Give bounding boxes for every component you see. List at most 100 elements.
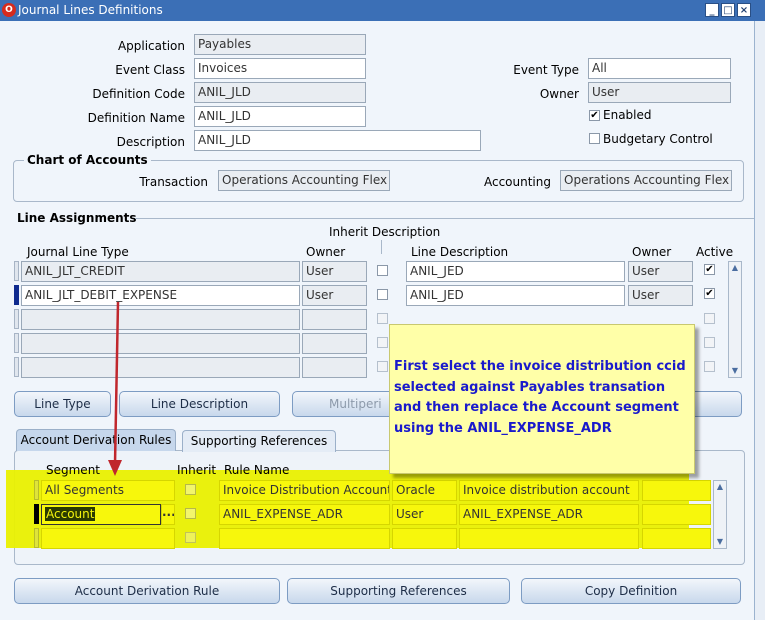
owner-cell[interactable]: User — [302, 285, 367, 306]
event-class-field[interactable]: Invoices — [194, 58, 366, 79]
transaction-field[interactable]: Operations Accounting Flex — [218, 170, 390, 191]
inherit-checkbox[interactable] — [377, 337, 388, 348]
description-label: Description — [116, 135, 185, 149]
owner2-cell[interactable]: User — [628, 285, 693, 306]
row-indicator[interactable] — [14, 333, 19, 353]
line-assignments-scrollbar[interactable]: ▲ ▼ — [728, 261, 742, 378]
extra-cell[interactable] — [642, 504, 711, 525]
extra-cell[interactable] — [642, 480, 711, 501]
active-checkbox[interactable] — [704, 361, 715, 372]
rule-name-cell[interactable]: Invoice Distribution Account — [219, 480, 390, 501]
inherit-checkbox[interactable] — [377, 361, 388, 372]
scroll-down-icon[interactable]: ▼ — [729, 365, 741, 377]
maximize-icon[interactable]: □ — [721, 3, 735, 17]
description-cell[interactable]: Invoice distribution account — [459, 480, 639, 501]
chart-of-accounts-title: Chart of Accounts — [24, 153, 151, 167]
owner-label: Owner — [539, 87, 579, 101]
adr-scrollbar[interactable]: ▲ ▼ — [713, 480, 727, 549]
rule-name-cell[interactable]: ANIL_EXPENSE_ADR — [219, 504, 390, 525]
active-checkbox[interactable] — [704, 337, 715, 348]
minimize-icon[interactable]: _ — [705, 3, 719, 17]
segment-cell[interactable]: Account — [41, 504, 161, 525]
scroll-down-icon[interactable]: ▼ — [714, 536, 726, 548]
journal-line-type-cell[interactable] — [21, 333, 300, 354]
extra-cell[interactable] — [642, 528, 711, 549]
supporting-references-button[interactable]: Supporting References — [287, 578, 510, 604]
row-indicator[interactable] — [14, 357, 19, 377]
owner-field[interactable]: User — [588, 82, 731, 103]
active-checkbox[interactable] — [704, 313, 715, 324]
description-cell[interactable]: ANIL_EXPENSE_ADR — [459, 504, 639, 525]
window-scrollbar[interactable] — [754, 21, 765, 620]
owner-cell[interactable] — [392, 528, 457, 549]
window-titlebar: O Journal Lines Definitions _ □ × — [0, 0, 765, 21]
owner-cell[interactable]: User — [302, 261, 367, 282]
owner-cell[interactable] — [302, 309, 367, 330]
tab-account-derivation-rules[interactable]: Account Derivation Rules — [16, 429, 176, 451]
window-title: Journal Lines Definitions — [18, 3, 163, 17]
segment-selected-text: Account — [45, 507, 96, 521]
column-separator — [381, 240, 382, 254]
line-assignments-title: Line Assignments — [17, 211, 137, 225]
journal-line-type-cell[interactable] — [21, 357, 300, 378]
active-checkbox[interactable]: ✔ — [704, 264, 715, 275]
owner-cell[interactable] — [302, 333, 367, 354]
lov-button[interactable]: ... — [161, 504, 175, 525]
budgetary-control-label: Budgetary Control — [603, 132, 713, 146]
row-indicator[interactable] — [14, 261, 19, 281]
tab-supporting-references[interactable]: Supporting References — [182, 430, 336, 452]
line-description-cell[interactable]: ANIL_JED — [406, 285, 625, 306]
line-description-cell[interactable]: ANIL_JED — [406, 261, 625, 282]
inherit-checkbox[interactable] — [185, 484, 196, 495]
segment-cell[interactable] — [41, 528, 175, 549]
description-cell[interactable] — [459, 528, 639, 549]
budgetary-control-checkbox[interactable] — [589, 133, 600, 144]
journal-line-type-cell[interactable] — [21, 309, 300, 330]
line-description-button[interactable]: Line Description — [119, 391, 280, 417]
event-class-label: Event Class — [115, 63, 185, 77]
event-type-label: Event Type — [513, 63, 579, 77]
definition-code-label: Definition Code — [92, 87, 185, 101]
accounting-field[interactable]: Operations Accounting Flex — [560, 170, 732, 191]
close-icon[interactable]: × — [737, 3, 751, 17]
active-checkbox[interactable]: ✔ — [704, 288, 715, 299]
line-type-button[interactable]: Line Type — [14, 391, 111, 417]
description-field[interactable]: ANIL_JLD — [194, 130, 481, 151]
segment-cell[interactable]: All Segments — [41, 480, 175, 501]
copy-definition-button[interactable]: Copy Definition — [521, 578, 741, 604]
owner-cell[interactable] — [302, 357, 367, 378]
rule-name-cell[interactable] — [219, 528, 390, 549]
owner-cell[interactable]: User — [392, 504, 457, 525]
inherit-checkbox[interactable] — [377, 313, 388, 324]
red-arrow — [108, 301, 122, 476]
account-derivation-rule-button[interactable]: Account Derivation Rule — [14, 578, 280, 604]
rule-name-header: Rule Name — [224, 463, 290, 477]
owner2-header: Owner — [632, 245, 672, 259]
current-row-indicator[interactable] — [14, 285, 19, 305]
journal-line-type-header: Journal Line Type — [27, 245, 129, 259]
scroll-up-icon[interactable]: ▲ — [729, 262, 741, 274]
journal-line-type-cell[interactable]: ANIL_JLT_CREDIT — [21, 261, 300, 282]
inherit-checkbox[interactable] — [185, 532, 196, 543]
current-row-indicator[interactable] — [34, 504, 39, 524]
row-indicator[interactable] — [34, 480, 39, 500]
definition-code-field[interactable]: ANIL_JLD — [194, 82, 366, 103]
definition-name-field[interactable]: ANIL_JLD — [194, 106, 366, 127]
application-label: Application — [117, 39, 185, 53]
owner2-cell[interactable]: User — [628, 261, 693, 282]
journal-line-type-cell[interactable]: ANIL_JLT_DEBIT_EXPENSE — [21, 285, 300, 306]
row-indicator[interactable] — [14, 309, 19, 329]
inherit-checkbox[interactable] — [377, 265, 388, 276]
owner-cell[interactable]: Oracle — [392, 480, 457, 501]
line-description-header: Line Description — [411, 245, 509, 259]
inherit-description-header: Inherit Description — [329, 225, 441, 239]
event-type-field[interactable]: All — [588, 58, 731, 79]
scroll-up-icon[interactable]: ▲ — [714, 481, 726, 493]
enabled-label: Enabled — [603, 108, 652, 122]
inherit-checkbox[interactable] — [185, 508, 196, 519]
row-indicator[interactable] — [34, 528, 39, 548]
oracle-icon: O — [2, 3, 16, 17]
enabled-checkbox[interactable]: ✔ — [589, 110, 600, 121]
application-field[interactable]: Payables — [194, 34, 366, 55]
inherit-checkbox[interactable] — [377, 289, 388, 300]
